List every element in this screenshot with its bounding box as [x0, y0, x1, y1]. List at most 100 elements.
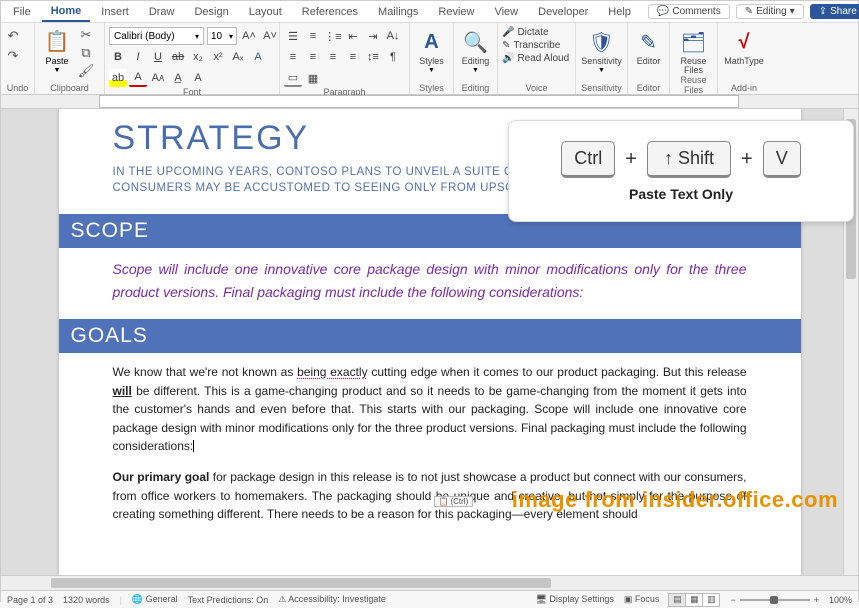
clear-format-button[interactable]: Aₓ — [229, 48, 247, 66]
font-color-button[interactable]: A — [129, 69, 147, 87]
superscript-button[interactable]: x² — [209, 48, 227, 66]
styles-button[interactable]: A — [418, 28, 446, 56]
tab-developer[interactable]: Developer — [529, 3, 597, 21]
dictate-button[interactable]: 🎤 Dictate — [502, 27, 549, 38]
align-left-button[interactable]: ≡ — [284, 48, 302, 66]
reuse-files-button[interactable]: 🗂 — [680, 28, 708, 56]
tab-home[interactable]: Home — [42, 2, 91, 22]
transcribe-label: Transcribe — [513, 40, 560, 51]
comments-button[interactable]: 💬 Comments — [648, 4, 730, 19]
numbering-button[interactable]: ≡ — [304, 27, 322, 45]
heading-goals[interactable]: GOALS — [59, 319, 801, 353]
highlight-button[interactable]: ab — [109, 69, 127, 87]
bold-button[interactable]: B — [109, 48, 127, 66]
keycap-shift: ↑ Shift — [647, 141, 731, 178]
text-effects-button[interactable]: A — [249, 48, 267, 66]
editing-mode-button[interactable]: ✎ Editing ▾ — [736, 4, 804, 19]
scope-paragraph[interactable]: Scope will include one innovative core p… — [113, 258, 747, 303]
strikethrough-button[interactable]: ab — [169, 48, 187, 66]
copy-button[interactable]: ⧉ — [78, 45, 94, 61]
mathtype-button[interactable]: √ — [730, 28, 758, 56]
paste-label: Paste — [45, 56, 68, 66]
line-spacing-button[interactable]: ↕≡ — [364, 48, 382, 66]
text-run: cutting edge when it comes to our produc… — [368, 365, 747, 379]
undo-button[interactable]: ↶ — [5, 28, 21, 44]
zoom-track[interactable] — [740, 599, 810, 601]
share-button[interactable]: ⇪ Share ▾ — [810, 4, 859, 19]
multilevel-button[interactable]: ⋮≡ — [324, 27, 342, 45]
sensitivity-button[interactable]: 🛡 — [588, 28, 616, 56]
keyboard-shortcut-callout: Ctrl + ↑ Shift + V Paste Text Only — [508, 120, 854, 222]
font-name-combo[interactable]: Calibri (Body) ▾ — [109, 27, 204, 45]
align-center-button[interactable]: ≡ — [304, 48, 322, 66]
chevron-down-icon: ▾ — [229, 32, 233, 41]
justify-button[interactable]: ≡ — [344, 48, 362, 66]
status-predictions[interactable]: Text Predictions: On — [188, 595, 269, 605]
goals-paragraph-1[interactable]: We know that we're not known as being ex… — [113, 363, 747, 456]
view-read-button[interactable]: ▤ — [668, 593, 686, 607]
zoom-out-button[interactable]: − — [730, 595, 735, 605]
shrink-font-button[interactable]: A˅ — [261, 27, 279, 45]
group-undo: ↶ ↷ Undo — [1, 23, 35, 94]
char-shading-button[interactable]: A — [189, 69, 207, 87]
find-button[interactable]: 🔍 — [462, 28, 490, 56]
status-focus[interactable]: ▣ Focus — [624, 594, 660, 605]
redo-button[interactable]: ↷ — [5, 48, 21, 64]
cut-button[interactable]: ✂ — [78, 27, 94, 43]
plus-sign: + — [625, 148, 637, 171]
zoom-slider[interactable]: − + — [730, 595, 819, 605]
change-case-button[interactable]: Aa — [149, 69, 167, 87]
font-name-value: Calibri (Body) — [114, 31, 175, 42]
tab-view[interactable]: View — [485, 3, 527, 21]
status-lang[interactable]: 🌐 General — [132, 594, 178, 605]
editor-button[interactable]: ✎ — [635, 28, 663, 56]
paste-options-badge[interactable]: 📋 (Ctrl) — [434, 496, 474, 507]
show-marks-button[interactable]: ¶ — [384, 48, 402, 66]
view-print-button[interactable]: ▦ — [685, 593, 703, 607]
tab-draw[interactable]: Draw — [140, 3, 184, 21]
increase-indent-button[interactable]: ⇥ — [364, 27, 382, 45]
italic-button[interactable]: I — [129, 48, 147, 66]
chevron-down-icon: ▾ — [790, 6, 795, 17]
tab-insert[interactable]: Insert — [92, 3, 138, 21]
tab-references[interactable]: References — [293, 3, 367, 21]
borders-button[interactable]: ▦ — [304, 69, 322, 87]
view-web-button[interactable]: ▥ — [702, 593, 720, 607]
up-arrow-icon: ↑ — [664, 148, 673, 169]
align-right-button[interactable]: ≡ — [324, 48, 342, 66]
pencil-icon: ✎ — [745, 6, 753, 17]
comments-label: Comments — [672, 6, 720, 17]
status-accessibility[interactable]: ⚠ Accessibility: Investigate — [278, 594, 386, 605]
read-aloud-button[interactable]: 🔊 Read Aloud — [502, 53, 569, 64]
char-border-button[interactable]: A̲ — [169, 69, 187, 87]
zoom-in-button[interactable]: + — [814, 595, 819, 605]
tab-help[interactable]: Help — [599, 3, 640, 21]
read-aloud-label: Read Aloud — [517, 53, 569, 64]
tab-file[interactable]: File — [4, 3, 40, 21]
tab-mailings[interactable]: Mailings — [369, 3, 427, 21]
status-word-count[interactable]: 1320 words — [63, 595, 110, 605]
transcribe-button[interactable]: ✎ Transcribe — [502, 40, 560, 51]
grow-font-button[interactable]: A˄ — [240, 27, 258, 45]
status-display-settings[interactable]: 🖥 Display Settings — [535, 594, 613, 605]
horizontal-scrollbar[interactable] — [1, 575, 858, 590]
shading-button[interactable]: ▭ — [284, 69, 302, 87]
font-size-combo[interactable]: 10 ▾ — [207, 27, 237, 45]
sort-button[interactable]: A↓ — [384, 27, 402, 45]
status-page[interactable]: Page 1 of 3 — [7, 595, 53, 605]
bullets-button[interactable]: ☰ — [284, 27, 302, 45]
group-label: Sensitivity — [580, 83, 623, 94]
paste-button[interactable]: 📋 Paste ▼ — [39, 25, 75, 76]
scrollbar-thumb[interactable] — [51, 578, 551, 588]
decrease-indent-button[interactable]: ⇤ — [344, 27, 362, 45]
horizontal-ruler[interactable] — [1, 95, 858, 109]
tab-design[interactable]: Design — [185, 3, 237, 21]
tab-layout[interactable]: Layout — [240, 3, 291, 21]
plus-sign: + — [741, 148, 753, 171]
zoom-level[interactable]: 100% — [829, 595, 852, 605]
zoom-thumb[interactable] — [770, 596, 778, 604]
subscript-button[interactable]: x₂ — [189, 48, 207, 66]
tab-review[interactable]: Review — [429, 3, 483, 21]
underline-button[interactable]: U — [149, 48, 167, 66]
format-painter-button[interactable]: 🖌 — [78, 63, 94, 79]
